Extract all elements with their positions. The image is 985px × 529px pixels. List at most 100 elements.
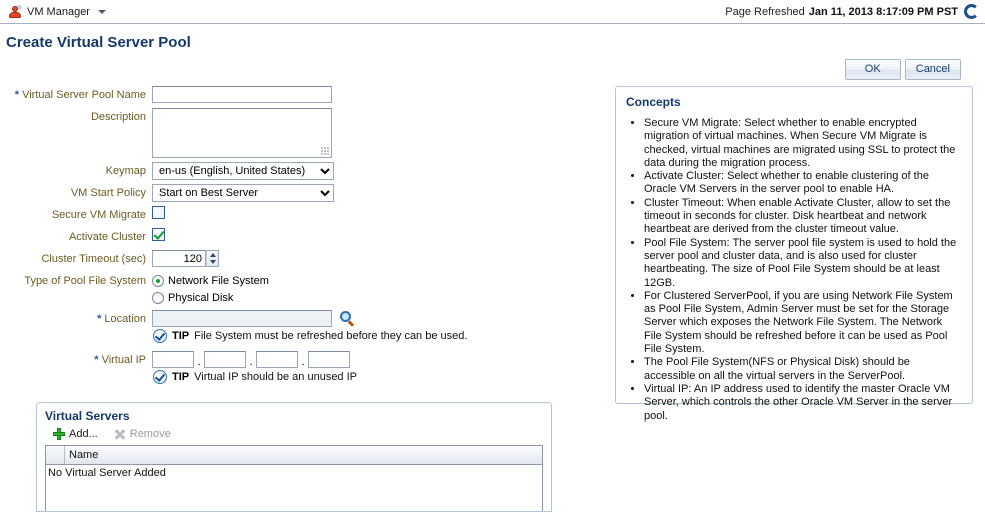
activate-cluster-checkbox[interactable] (152, 228, 165, 241)
radio-network-file-system-label: Network File System (168, 274, 269, 287)
virtual-ip-label-text: Virtual IP (101, 354, 146, 366)
virtual-ip-tip-text: Virtual IP should be an unused IP (194, 371, 358, 383)
page-refreshed-label: Page Refreshed (725, 5, 805, 18)
virtual-ip-octet-3[interactable] (256, 351, 298, 368)
pool-name-label: * Virtual Server Pool Name (0, 86, 152, 104)
search-icon[interactable] (340, 310, 356, 327)
concept-item: Activate Cluster: Select whether to enab… (644, 170, 962, 197)
field-row-description: Description (0, 108, 615, 158)
concept-item: Virtual IP: An IP address used to identi… (644, 383, 962, 423)
location-tip: TIP File System must be refreshed before… (153, 329, 615, 343)
remove-virtual-server-button[interactable]: Remove (114, 428, 171, 440)
remove-x-icon (114, 428, 126, 440)
field-row-secure-vm-migrate: Secure VM Migrate (0, 206, 615, 224)
table-header-row: Name (46, 446, 542, 465)
location-label: * Location (0, 310, 152, 328)
location-tip-text: File System must be refreshed before the… (194, 330, 468, 342)
keymap-label: Keymap (105, 165, 146, 177)
required-marker: * (94, 354, 99, 366)
pool-name-input[interactable] (152, 86, 332, 103)
vm-start-policy-label: VM Start Policy (70, 187, 146, 199)
ok-button[interactable]: OK (844, 59, 901, 80)
location-input[interactable] (152, 310, 332, 327)
field-row-cluster-timeout: Cluster Timeout (sec) (0, 250, 615, 268)
virtual-servers-title: Virtual Servers (45, 409, 130, 423)
add-virtual-server-button[interactable]: Add... (53, 428, 98, 440)
radio-physical-disk-label: Physical Disk (168, 291, 234, 304)
resize-grip-icon[interactable] (321, 147, 330, 156)
tip-check-icon (153, 329, 167, 343)
chevron-down-icon[interactable] (97, 9, 106, 14)
spinner-up-icon[interactable] (207, 251, 218, 259)
virtual-ip-octet-4[interactable] (308, 351, 350, 368)
table-empty-message: No Virtual Server Added (48, 467, 166, 479)
remove-button-label: Remove (129, 428, 171, 440)
page-title: Create Virtual Server Pool (6, 34, 191, 51)
app-menu-label: VM Manager (27, 5, 90, 18)
tip-word: TIP (172, 330, 190, 342)
field-row-virtual-ip: * Virtual IP . . . TIP Virtual IP should… (0, 351, 615, 388)
virtual-ip-octet-2[interactable] (204, 351, 246, 368)
app-menu[interactable]: VM Manager (8, 4, 106, 19)
page-content: * Virtual Server Pool Name Description K… (0, 80, 985, 512)
cluster-timeout-input[interactable] (152, 250, 206, 267)
required-marker: * (14, 89, 20, 101)
concepts-title: Concepts (626, 95, 681, 109)
page-action-bar: OK Cancel (0, 57, 985, 80)
radio-physical-disk[interactable]: Physical Disk (152, 289, 615, 306)
secure-vm-migrate-checkbox[interactable] (152, 206, 165, 219)
page-refreshed-status: Page Refreshed Jan 11, 2013 8:17:09 PM P… (725, 4, 979, 19)
concepts-column: Concepts Secure VM Migrate: Select wheth… (615, 86, 985, 512)
pool-name-label-text: Virtual Server Pool Name (22, 89, 146, 101)
refresh-icon[interactable] (964, 4, 979, 19)
concepts-panel: Concepts Secure VM Migrate: Select wheth… (615, 86, 973, 422)
description-textarea[interactable] (152, 108, 332, 158)
tip-word: TIP (172, 371, 190, 383)
ip-separator: . (301, 356, 305, 368)
radio-physical-disk-button[interactable] (152, 291, 164, 304)
activate-cluster-label: Activate Cluster (68, 231, 146, 243)
concept-item: The Pool File System(NFS or Physical Dis… (644, 356, 962, 383)
form-column: * Virtual Server Pool Name Description K… (0, 86, 615, 512)
user-icon (8, 4, 22, 19)
spinner-down-icon[interactable] (207, 259, 218, 267)
field-row-pool-fs-type: Type of Pool File System Network File Sy… (0, 272, 615, 306)
cancel-button[interactable]: Cancel (904, 59, 961, 80)
field-row-activate-cluster: Activate Cluster (0, 228, 615, 246)
field-row-keymap: Keymap en-us (English, United States) (0, 162, 615, 180)
field-row-vm-start-policy: VM Start Policy Start on Best Server (0, 184, 615, 202)
row-select-column-header[interactable] (46, 446, 65, 464)
virtual-ip-octets: . . . (152, 351, 615, 368)
field-row-pool-name: * Virtual Server Pool Name (0, 86, 615, 104)
radio-network-file-system-button[interactable] (152, 274, 164, 287)
concept-item: Secure VM Migrate: Select whether to ena… (644, 117, 962, 170)
required-marker: * (97, 313, 102, 325)
ip-separator: . (197, 356, 201, 368)
radio-network-file-system[interactable]: Network File System (152, 272, 615, 289)
vm-start-policy-select[interactable]: Start on Best Server (152, 184, 334, 202)
add-button-label: Add... (69, 428, 98, 440)
virtual-ip-octet-1[interactable] (152, 351, 194, 368)
cluster-timeout-spin-buttons[interactable] (206, 250, 219, 267)
location-label-text: Location (104, 313, 146, 325)
cluster-timeout-stepper[interactable] (152, 250, 219, 267)
table-body: No Virtual Server Added (46, 465, 542, 511)
pool-fs-type-label: Type of Pool File System (24, 275, 146, 287)
tip-check-icon (153, 370, 167, 384)
description-label: Description (90, 111, 146, 123)
concept-item: For Clustered ServerPool, if you are usi… (644, 290, 962, 356)
virtual-ip-label: * Virtual IP (0, 351, 152, 369)
ip-separator: . (249, 356, 253, 368)
virtual-servers-table: Name No Virtual Server Added (45, 445, 543, 511)
concept-item: Cluster Timeout: When enable Activate Cl… (644, 197, 962, 237)
keymap-select[interactable]: en-us (English, United States) (152, 162, 334, 180)
secure-vm-migrate-label: Secure VM Migrate (51, 209, 146, 221)
plus-icon (53, 428, 65, 440)
virtual-servers-panel: Virtual Servers Add... Remove Name No Vi… (36, 402, 552, 512)
column-header-name[interactable]: Name (65, 446, 542, 464)
concept-item: Pool File System: The server pool file s… (644, 237, 962, 290)
virtual-servers-toolbar: Add... Remove (45, 428, 543, 440)
virtual-ip-tip: TIP Virtual IP should be an unused IP (153, 370, 615, 384)
concepts-list: Secure VM Migrate: Select whether to ena… (626, 117, 962, 423)
page-refreshed-timestamp: Jan 11, 2013 8:17:09 PM PST (808, 5, 958, 18)
